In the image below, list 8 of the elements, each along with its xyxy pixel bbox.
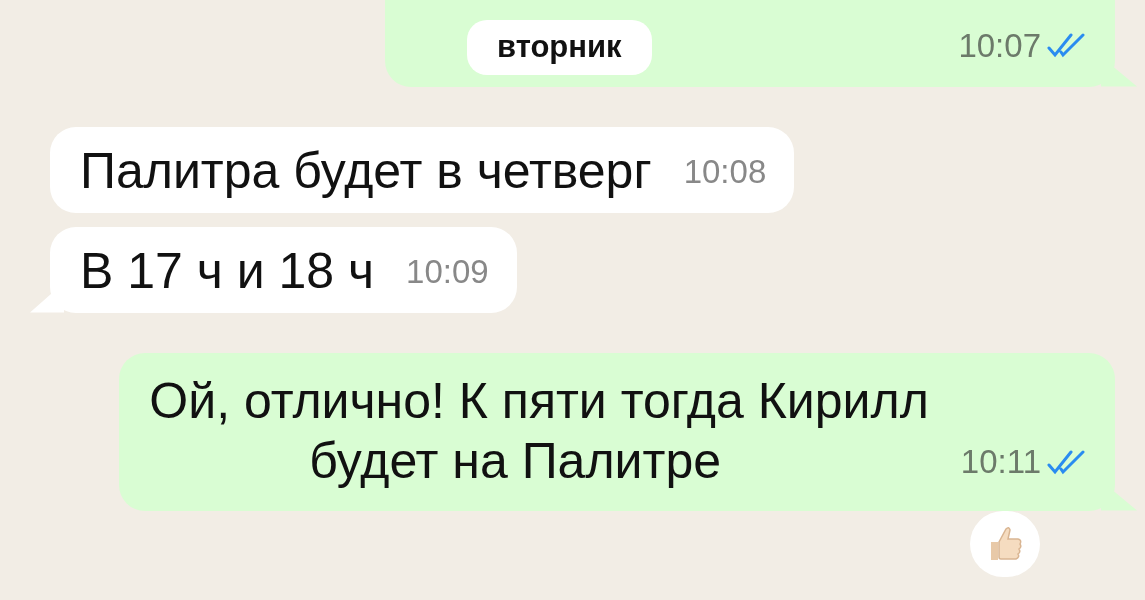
message-time: 10:08 [683, 152, 767, 192]
message-text: Ой, отлично! К пяти тогда Кирилл будет на Палитре [149, 371, 929, 491]
message-text: В 17 ч и 18 ч [80, 241, 375, 301]
date-chip: вторник [467, 20, 652, 75]
message-time: 10:09 [406, 252, 489, 292]
message-time: 10:07 [958, 25, 1041, 66]
message-time: 10:11 [960, 442, 1041, 482]
message-text: Палитра будет в четверг [80, 141, 652, 201]
